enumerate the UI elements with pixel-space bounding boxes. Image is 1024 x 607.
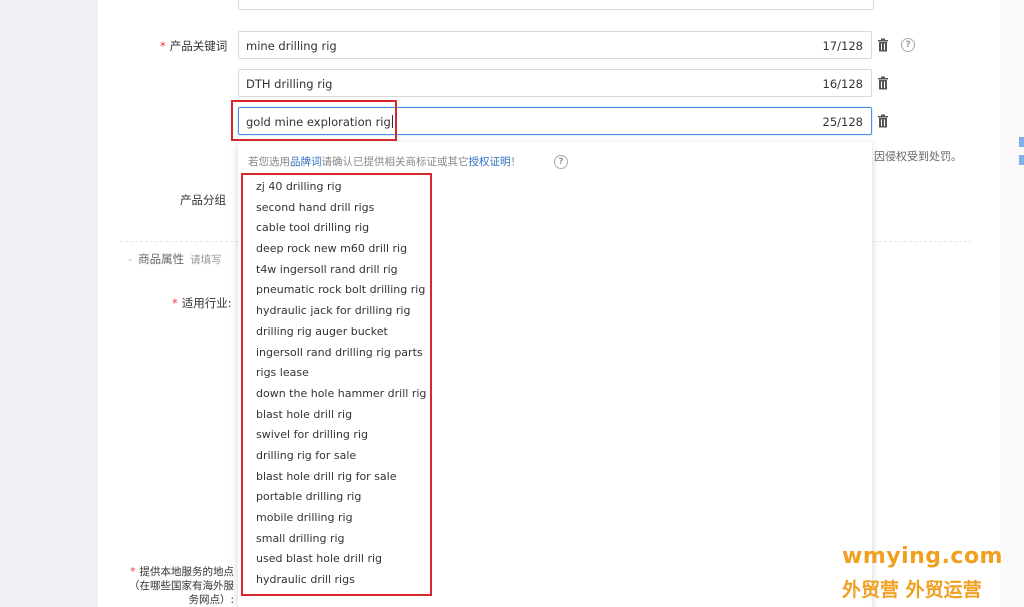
brand-word-link[interactable]: 品牌词 [290, 156, 322, 168]
suggestion-item[interactable]: drilling rig auger bucket [256, 323, 426, 344]
trash-icon[interactable] [877, 38, 889, 52]
authorization-link[interactable]: 授权证明 [469, 156, 511, 168]
industry-label: * 适用行业: [172, 296, 232, 310]
suggestion-item[interactable]: t4w ingersoll rand drill rig [256, 261, 426, 282]
suggestion-item[interactable]: blast hole drill rig [256, 406, 426, 427]
suggestion-item[interactable]: mobile drilling rig [256, 509, 426, 530]
suggestion-item[interactable]: hydraulic drill rigs [256, 571, 426, 592]
suggestion-item[interactable]: deep rock new m60 drill rig [256, 240, 426, 261]
help-icon[interactable]: ? [901, 38, 915, 52]
suggestion-item[interactable]: rigs lease [256, 364, 426, 385]
suggestion-item[interactable]: second hand drill rigs [256, 199, 426, 220]
keyword-input-3[interactable]: gold mine exploration rig 25/128 [238, 107, 872, 135]
suggestion-list: zj 40 drilling rig second hand drill rig… [256, 178, 426, 592]
top-cropped-field[interactable] [238, 0, 874, 10]
keyword-input-2[interactable]: DTH drilling rig 16/128 [238, 69, 872, 97]
keyword-value: gold mine exploration rig [246, 115, 393, 129]
suggestion-item[interactable]: blast hole drill rig for sale [256, 468, 426, 489]
keyword-char-count: 25/128 [822, 115, 863, 129]
service-location-label: * 提供本地服务的地点 （在哪些国家有海外服 务网点）: [129, 566, 234, 606]
suggestion-item[interactable]: small drilling rig [256, 530, 426, 551]
attributes-section-title: - 商品属性 请填写 [128, 252, 222, 266]
keyword-char-count: 17/128 [822, 39, 863, 53]
side-note: 因侵权受到处罚。 [874, 150, 962, 163]
trash-icon[interactable] [877, 76, 889, 90]
edge-marker [1019, 155, 1024, 165]
keyword-label: * 产品关键词 [160, 39, 228, 53]
suggestion-item[interactable]: zj 40 drilling rig [256, 178, 426, 199]
suggestion-item[interactable]: down the hole hammer drill rig [256, 385, 426, 406]
suggestion-item[interactable]: pneumatic rock bolt drilling rig [256, 281, 426, 302]
suggestion-item[interactable]: portable drilling rig [256, 488, 426, 509]
brand-word-hint: 若您选用品牌词请确认已提供相关商标证或其它授权证明！ [248, 156, 521, 168]
trash-icon[interactable] [877, 114, 889, 128]
suggestion-item[interactable]: drilling rig for sale [256, 447, 426, 468]
suggestion-item[interactable]: swivel for drilling rig [256, 426, 426, 447]
suggestion-item[interactable]: hydraulic jack for drilling rig [256, 302, 426, 323]
keyword-input-1[interactable]: mine drilling rig 17/128 [238, 31, 872, 59]
text-caret [391, 115, 393, 128]
suggestion-item[interactable]: cable tool drilling rig [256, 219, 426, 240]
keyword-char-count: 16/128 [822, 77, 863, 91]
edge-marker [1019, 137, 1024, 147]
suggestion-item[interactable]: ingersoll rand drilling rig parts [256, 344, 426, 365]
help-icon[interactable]: ? [554, 155, 568, 169]
suggestion-item[interactable]: used blast hole drill rig [256, 550, 426, 571]
watermark-domain: wmying.com [842, 544, 1003, 569]
right-edge-strip [1000, 0, 1024, 607]
keyword-value: mine drilling rig [246, 39, 337, 53]
group-label: 产品分组 [180, 193, 226, 207]
watermark-tagline: 外贸营 外贸运营 [842, 579, 982, 601]
keyword-value: DTH drilling rig [246, 77, 333, 91]
